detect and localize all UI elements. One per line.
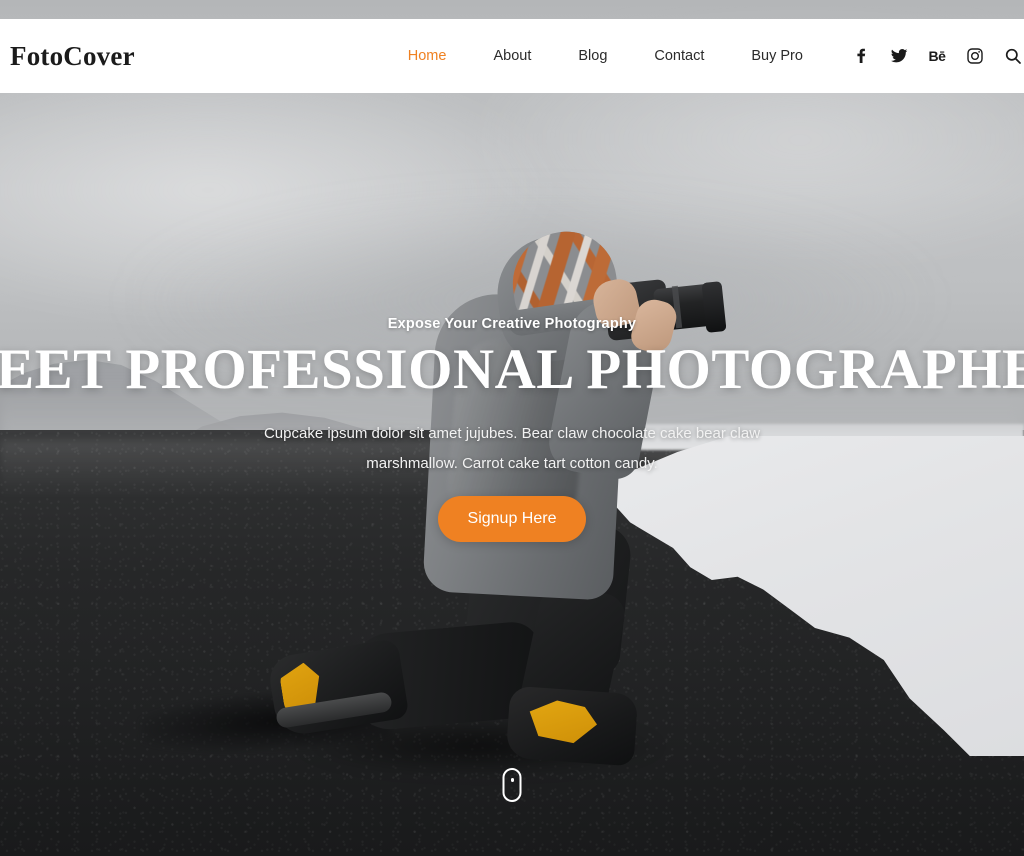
social-links: Bē (852, 19, 1024, 93)
nav-item-home[interactable]: Home (408, 48, 447, 64)
scroll-down-indicator[interactable] (502, 768, 522, 802)
hero-background-image (0, 0, 1024, 856)
behance-icon[interactable]: Bē (928, 47, 946, 65)
site-header: FotoCover Home About Blog Contact Buy Pr… (0, 19, 1024, 93)
facebook-icon[interactable] (852, 47, 870, 65)
search-icon[interactable] (1004, 47, 1022, 65)
nav-item-contact[interactable]: Contact (654, 48, 704, 64)
signup-here-button[interactable]: Signup Here (437, 495, 587, 542)
twitter-icon[interactable] (890, 47, 908, 65)
site-logo[interactable]: FotoCover (10, 41, 135, 72)
camera-lens-hood (701, 281, 727, 333)
instagram-icon[interactable] (966, 47, 984, 65)
nav-item-about[interactable]: About (493, 48, 531, 64)
page-root: FotoCover Home About Blog Contact Buy Pr… (0, 0, 1024, 856)
main-navigation: Home About Blog Contact Buy Pro (408, 48, 803, 64)
nav-item-buy-pro[interactable]: Buy Pro (751, 48, 803, 64)
scroll-wheel-dot (510, 778, 514, 782)
photographer-figure (0, 0, 1024, 856)
nav-item-blog[interactable]: Blog (578, 48, 607, 64)
